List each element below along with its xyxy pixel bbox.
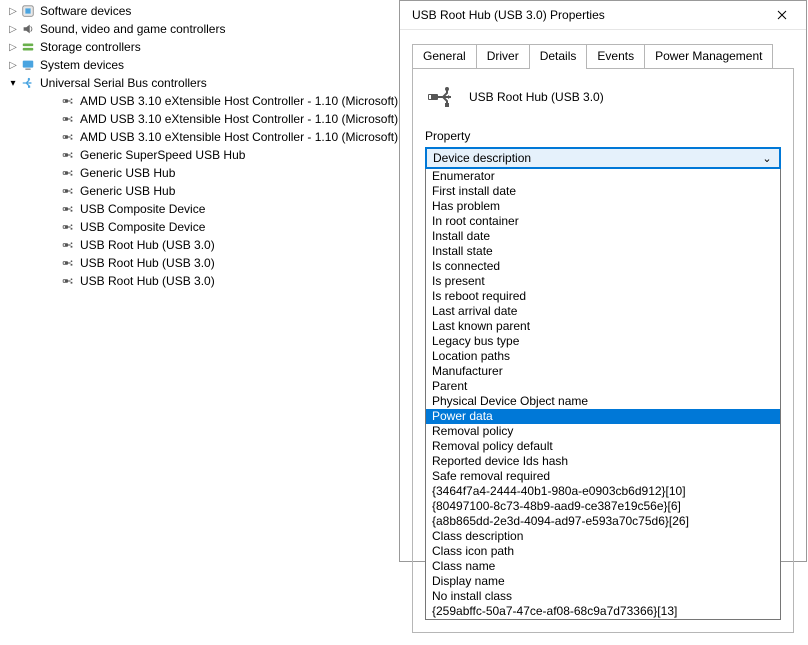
usb-plug-icon	[60, 237, 76, 253]
software-icon	[20, 3, 36, 19]
tree-item-label: USB Composite Device	[80, 202, 205, 216]
dropdown-option[interactable]: {3464f7a4-2444-40b1-980a-e0903cb6d912}[1…	[426, 484, 780, 499]
dropdown-option[interactable]: Enumerator	[426, 169, 780, 184]
dropdown-option[interactable]: Has problem	[426, 199, 780, 214]
tree-item-label: Storage controllers	[40, 40, 141, 54]
expander-spacer	[46, 112, 60, 126]
usb-plug-icon	[60, 183, 76, 199]
usb-plug-icon	[60, 165, 76, 181]
expander-icon[interactable]: ▷	[6, 40, 20, 54]
device-header: USB Root Hub (USB 3.0)	[425, 81, 781, 113]
tree-item-label: Software devices	[40, 4, 131, 18]
dropdown-option[interactable]: Last arrival date	[426, 304, 780, 319]
dropdown-option[interactable]: {a8b865dd-2e3d-4094-ad97-e593a70c75d6}[2…	[426, 514, 780, 529]
dropdown-option[interactable]: Safe removal required	[426, 469, 780, 484]
expander-icon[interactable]: ▷	[6, 4, 20, 18]
tree-item-label: Generic SuperSpeed USB Hub	[80, 148, 245, 162]
device-name-label: USB Root Hub (USB 3.0)	[469, 90, 604, 104]
window-title: USB Root Hub (USB 3.0) Properties	[412, 8, 762, 22]
tab-driver[interactable]: Driver	[476, 44, 530, 68]
expander-spacer	[46, 148, 60, 162]
tree-item-label: AMD USB 3.10 eXtensible Host Controller …	[80, 94, 398, 108]
titlebar: USB Root Hub (USB 3.0) Properties	[400, 1, 806, 30]
usb-plug-icon	[60, 219, 76, 235]
usb-plug-icon	[60, 255, 76, 271]
usb-plug-icon	[60, 93, 76, 109]
tree-item-label: USB Root Hub (USB 3.0)	[80, 256, 215, 270]
expander-spacer	[46, 238, 60, 252]
tab-page-details: USB Root Hub (USB 3.0) Property Device d…	[412, 69, 794, 633]
expander-icon[interactable]: ▷	[6, 58, 20, 72]
tab-general[interactable]: General	[412, 44, 477, 68]
expander-spacer	[46, 184, 60, 198]
dropdown-option[interactable]: Last known parent	[426, 319, 780, 334]
property-selected-value: Device description	[433, 151, 759, 165]
dropdown-option[interactable]: Display name	[426, 574, 780, 589]
dropdown-option[interactable]: Removal policy	[426, 424, 780, 439]
dropdown-option[interactable]: Parent	[426, 379, 780, 394]
chevron-down-icon: ⌄	[759, 152, 775, 165]
usb-plug-icon	[60, 147, 76, 163]
expander-spacer	[46, 94, 60, 108]
dropdown-option[interactable]: No install class	[426, 589, 780, 604]
dropdown-option[interactable]: First install date	[426, 184, 780, 199]
dropdown-option[interactable]: Location paths	[426, 349, 780, 364]
dropdown-option[interactable]: Class name	[426, 559, 780, 574]
expander-spacer	[46, 256, 60, 270]
expander-spacer	[46, 130, 60, 144]
dropdown-option[interactable]: Reported device Ids hash	[426, 454, 780, 469]
usb-plug-icon	[60, 111, 76, 127]
dropdown-option[interactable]: {80497100-8c73-48b9-aad9-ce387e19c56e}[6…	[426, 499, 780, 514]
dropdown-option[interactable]: Is reboot required	[426, 289, 780, 304]
tab-power-management[interactable]: Power Management	[644, 44, 773, 68]
tab-strip: GeneralDriverDetailsEventsPower Manageme…	[412, 44, 794, 69]
dialog-body: GeneralDriverDetailsEventsPower Manageme…	[400, 30, 806, 645]
dropdown-option[interactable]: Class icon path	[426, 544, 780, 559]
dropdown-option[interactable]: Physical Device Object name	[426, 394, 780, 409]
dropdown-option[interactable]: Install date	[426, 229, 780, 244]
expander-spacer	[46, 166, 60, 180]
usb-plug-icon	[60, 129, 76, 145]
usb-icon	[20, 75, 36, 91]
usb-plug-icon	[60, 201, 76, 217]
tree-item-label: Sound, video and game controllers	[40, 22, 225, 36]
tree-item-label: Universal Serial Bus controllers	[40, 76, 207, 90]
property-caption: Property	[425, 129, 781, 143]
dropdown-option[interactable]: Removal policy default	[426, 439, 780, 454]
properties-dialog: USB Root Hub (USB 3.0) Properties Genera…	[399, 0, 807, 562]
expander-spacer	[46, 202, 60, 216]
usb-device-icon	[425, 81, 457, 113]
sound-icon	[20, 21, 36, 37]
dropdown-option[interactable]: Legacy bus type	[426, 334, 780, 349]
tree-item-label: System devices	[40, 58, 124, 72]
tree-item-label: AMD USB 3.10 eXtensible Host Controller …	[80, 112, 398, 126]
dropdown-option[interactable]: Power data	[426, 409, 780, 424]
dropdown-option[interactable]: Install state	[426, 244, 780, 259]
expander-spacer	[46, 274, 60, 288]
tree-item-label: USB Root Hub (USB 3.0)	[80, 274, 215, 288]
tab-events[interactable]: Events	[586, 44, 645, 68]
property-combobox[interactable]: Device description ⌄	[425, 147, 781, 169]
tree-item-label: USB Root Hub (USB 3.0)	[80, 238, 215, 252]
expander-icon[interactable]: ▾	[6, 76, 20, 90]
usb-plug-icon	[60, 273, 76, 289]
dropdown-option[interactable]: Is connected	[426, 259, 780, 274]
dropdown-option[interactable]: {259abffc-50a7-47ce-af08-68c9a7d73366}[1…	[426, 604, 780, 619]
dropdown-option[interactable]: Class description	[426, 529, 780, 544]
expander-spacer	[46, 220, 60, 234]
storage-icon	[20, 39, 36, 55]
system-icon	[20, 57, 36, 73]
dropdown-option[interactable]: In root container	[426, 214, 780, 229]
expander-icon[interactable]: ▷	[6, 22, 20, 36]
close-button[interactable]	[762, 1, 802, 29]
close-icon	[777, 10, 787, 20]
tree-item-label: Generic USB Hub	[80, 166, 175, 180]
tree-item-label: AMD USB 3.10 eXtensible Host Controller …	[80, 130, 398, 144]
dropdown-option[interactable]: Manufacturer	[426, 364, 780, 379]
dropdown-option[interactable]: Is present	[426, 274, 780, 289]
tree-item-label: USB Composite Device	[80, 220, 205, 234]
tree-item-label: Generic USB Hub	[80, 184, 175, 198]
property-dropdown-list[interactable]: EnumeratorFirst install dateHas problemI…	[425, 168, 781, 620]
tab-details[interactable]: Details	[529, 44, 588, 68]
